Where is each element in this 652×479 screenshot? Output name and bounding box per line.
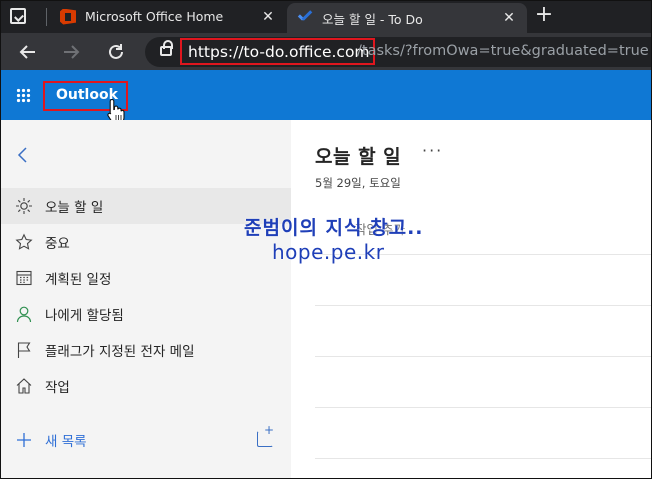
new-list-label: 새 목록	[45, 434, 87, 450]
new-list-button[interactable]: 새 목록	[0, 424, 291, 456]
back-button[interactable]	[14, 38, 42, 66]
sidebar-item-label: 중요	[45, 236, 70, 252]
close-tab-icon[interactable]: ✕	[499, 10, 519, 26]
tab-title: 오늘 할 일 - To Do	[322, 11, 423, 27]
browser-tab-strip: Microsoft Office Home ✕ 오늘 할 일 - To Do ✕…	[0, 0, 652, 33]
sidebar-item-planned[interactable]: 계획된 일정	[0, 260, 291, 296]
sidebar-item-label: 작업	[45, 380, 70, 396]
url-host: https://to-do.office.com	[188, 42, 370, 61]
forward-button[interactable]	[57, 38, 85, 66]
task-row-divider	[315, 407, 652, 408]
close-tab-icon[interactable]: ✕	[258, 9, 278, 25]
chevron-left-icon	[17, 147, 27, 163]
page-title: 오늘 할 일	[315, 146, 402, 168]
task-row-divider	[315, 356, 652, 357]
tab-title: Microsoft Office Home	[85, 9, 224, 24]
office-logo-icon	[60, 8, 76, 25]
sidebar-item-label: 오늘 할 일	[45, 200, 104, 216]
sidebar-item-tasks[interactable]: 작업	[0, 368, 291, 404]
more-options-button[interactable]: ···	[422, 141, 443, 160]
sidebar-item-label: 플래그가 지정된 전자 메일	[45, 344, 195, 360]
person-icon	[15, 305, 33, 323]
tab-office-home[interactable]: Microsoft Office Home ✕	[50, 0, 286, 33]
home-icon	[15, 377, 33, 395]
url-path: /tasks/?fromOwa=true&graduated=true	[357, 43, 649, 59]
page-date: 5월 29일, 토요일	[315, 176, 401, 190]
reload-icon	[109, 44, 123, 59]
arrow-right-icon	[64, 45, 80, 59]
sidebar-item-label: 계획된 일정	[45, 272, 112, 288]
tab-todo[interactable]: 오늘 할 일 - To Do ✕	[287, 3, 527, 33]
star-icon	[15, 233, 33, 251]
lock-icon[interactable]	[160, 40, 173, 56]
task-row-divider	[315, 458, 652, 459]
sidebar-item-assigned[interactable]: 나에게 할당됨	[0, 296, 291, 332]
plus-icon	[15, 431, 33, 449]
sidebar-item-label: 나에게 할당됨	[45, 308, 124, 324]
new-group-icon[interactable]	[257, 423, 274, 447]
calendar-icon	[15, 269, 33, 287]
reload-button[interactable]	[102, 38, 130, 66]
new-tab-button[interactable]: +	[532, 4, 556, 28]
app-launcher-icon[interactable]	[16, 88, 31, 103]
watermark-text: 준범이의 지식 창고..	[244, 217, 424, 239]
todo-check-icon	[297, 10, 313, 26]
collapse-sidebar-button[interactable]	[16, 146, 30, 164]
url-host-highlight[interactable]: https://to-do.office.com	[180, 38, 375, 65]
arrow-left-icon	[19, 45, 35, 59]
window-menu-icon[interactable]	[10, 8, 26, 24]
flag-icon	[15, 341, 33, 359]
sun-icon	[15, 197, 33, 215]
tab-separator	[46, 8, 47, 26]
watermark-url: hope.pe.kr	[272, 240, 385, 264]
task-row-divider	[315, 305, 652, 306]
sidebar-item-flagged[interactable]: 플래그가 지정된 전자 메일	[0, 332, 291, 368]
